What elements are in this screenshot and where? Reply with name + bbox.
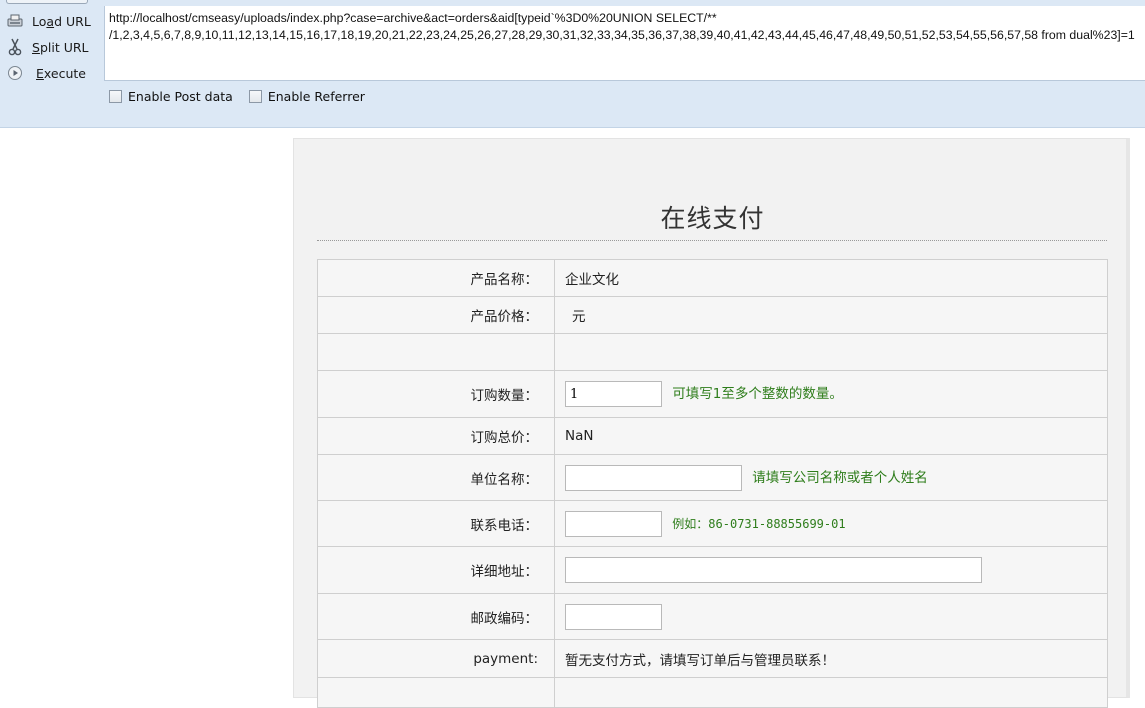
total-value: NaN — [554, 417, 1108, 455]
payment-panel: 在线支付 产品名称： 企业文化 产品价格： 元 订购数量： 可填写1至多个整数的… — [293, 138, 1130, 708]
quantity-hint: 可填写1至多个整数的数量。 — [672, 386, 843, 402]
product-name-value: 企业文化 — [554, 259, 1108, 297]
row-payment: payment: 暂无支付方式，请填写订单后与管理员联系！ — [317, 639, 1108, 678]
enable-referrer-checkbox[interactable] — [248, 90, 262, 103]
title-divider — [317, 240, 1107, 241]
load-url-label: Load URL — [32, 13, 91, 29]
execute-label: Execute — [36, 65, 86, 81]
page-title: 在线支付 — [660, 204, 765, 233]
zip-label: 邮政编码： — [317, 593, 555, 640]
phone-cell: 例如：86-0731-88855699-01 — [554, 500, 1108, 547]
row-product-price: 产品价格： 元 — [317, 296, 1108, 334]
split-url-label: Split URL — [32, 39, 89, 55]
toolbar-top-button[interactable] — [6, 0, 88, 4]
payment-label: payment: — [317, 639, 555, 678]
row-empty — [317, 333, 1108, 371]
enable-post-option[interactable]: Enable Post data — [109, 89, 233, 104]
hackbar-toolbar: Load URL Split URL Execute http://localh… — [0, 0, 1145, 128]
row-trailing — [317, 677, 1108, 708]
product-price-value: 元 — [554, 296, 1108, 334]
empty-value — [554, 333, 1108, 371]
address-label: 详细地址： — [317, 546, 555, 594]
toolbar-actions: Load URL Split URL Execute — [0, 8, 104, 86]
company-cell: 请填写公司名称或者个人姓名 — [554, 454, 1108, 501]
options-row: Enable Post data Enable Referrer — [109, 89, 381, 104]
url-line-2: /1,2,3,4,5,6,7,8,9,10,11,12,13,14,15,16,… — [109, 28, 1135, 42]
quantity-input[interactable] — [565, 381, 662, 407]
play-circle-icon — [0, 65, 30, 81]
enable-post-checkbox[interactable] — [109, 90, 122, 103]
row-zip: 邮政编码： — [317, 593, 1108, 640]
enable-referrer-option[interactable]: Enable Referrer — [248, 89, 365, 104]
order-form: 产品名称： 企业文化 产品价格： 元 订购数量： 可填写1至多个整数的数量。 订… — [317, 259, 1108, 708]
company-input[interactable] — [565, 464, 742, 491]
load-url-icon — [0, 14, 30, 28]
enable-post-label: Enable Post data — [128, 89, 233, 104]
row-quantity: 订购数量： 可填写1至多个整数的数量。 — [317, 370, 1108, 418]
enable-referrer-label: Enable Referrer — [267, 89, 365, 104]
quantity-label: 订购数量： — [317, 370, 555, 418]
trailing-value — [554, 677, 1108, 708]
url-line-1: http://localhost/cmseasy/uploads/index.p… — [109, 11, 717, 25]
split-url-button[interactable]: Split URL — [0, 34, 104, 60]
load-url-button[interactable]: Load URL — [0, 8, 104, 34]
url-textarea[interactable]: http://localhost/cmseasy/uploads/index.p… — [104, 6, 1145, 81]
execute-button[interactable]: Execute — [0, 60, 104, 86]
company-label: 单位名称： — [317, 454, 555, 501]
quantity-cell: 可填写1至多个整数的数量。 — [554, 370, 1108, 418]
payment-value: 暂无支付方式，请填写订单后与管理员联系！ — [554, 639, 1108, 678]
row-product-name: 产品名称： 企业文化 — [317, 259, 1108, 297]
phone-label: 联系电话： — [317, 500, 555, 547]
total-label: 订购总价： — [317, 417, 555, 455]
row-total: 订购总价： NaN — [317, 417, 1108, 455]
row-address: 详细地址： — [317, 546, 1108, 594]
address-cell — [554, 546, 1108, 594]
address-input[interactable] — [565, 557, 982, 583]
row-phone: 联系电话： 例如：86-0731-88855699-01 — [317, 500, 1108, 547]
zip-input[interactable] — [565, 603, 662, 630]
phone-input[interactable] — [565, 510, 662, 537]
phone-hint: 例如：86-0731-88855699-01 — [672, 516, 846, 531]
empty-label — [317, 333, 555, 371]
trailing-label — [317, 677, 555, 708]
zip-cell — [554, 593, 1108, 640]
product-name-label: 产品名称： — [317, 259, 555, 297]
row-company: 单位名称： 请填写公司名称或者个人姓名 — [317, 454, 1108, 501]
product-price-label: 产品价格： — [317, 296, 555, 334]
company-hint: 请填写公司名称或者个人姓名 — [752, 469, 928, 486]
scissors-icon — [0, 38, 30, 56]
